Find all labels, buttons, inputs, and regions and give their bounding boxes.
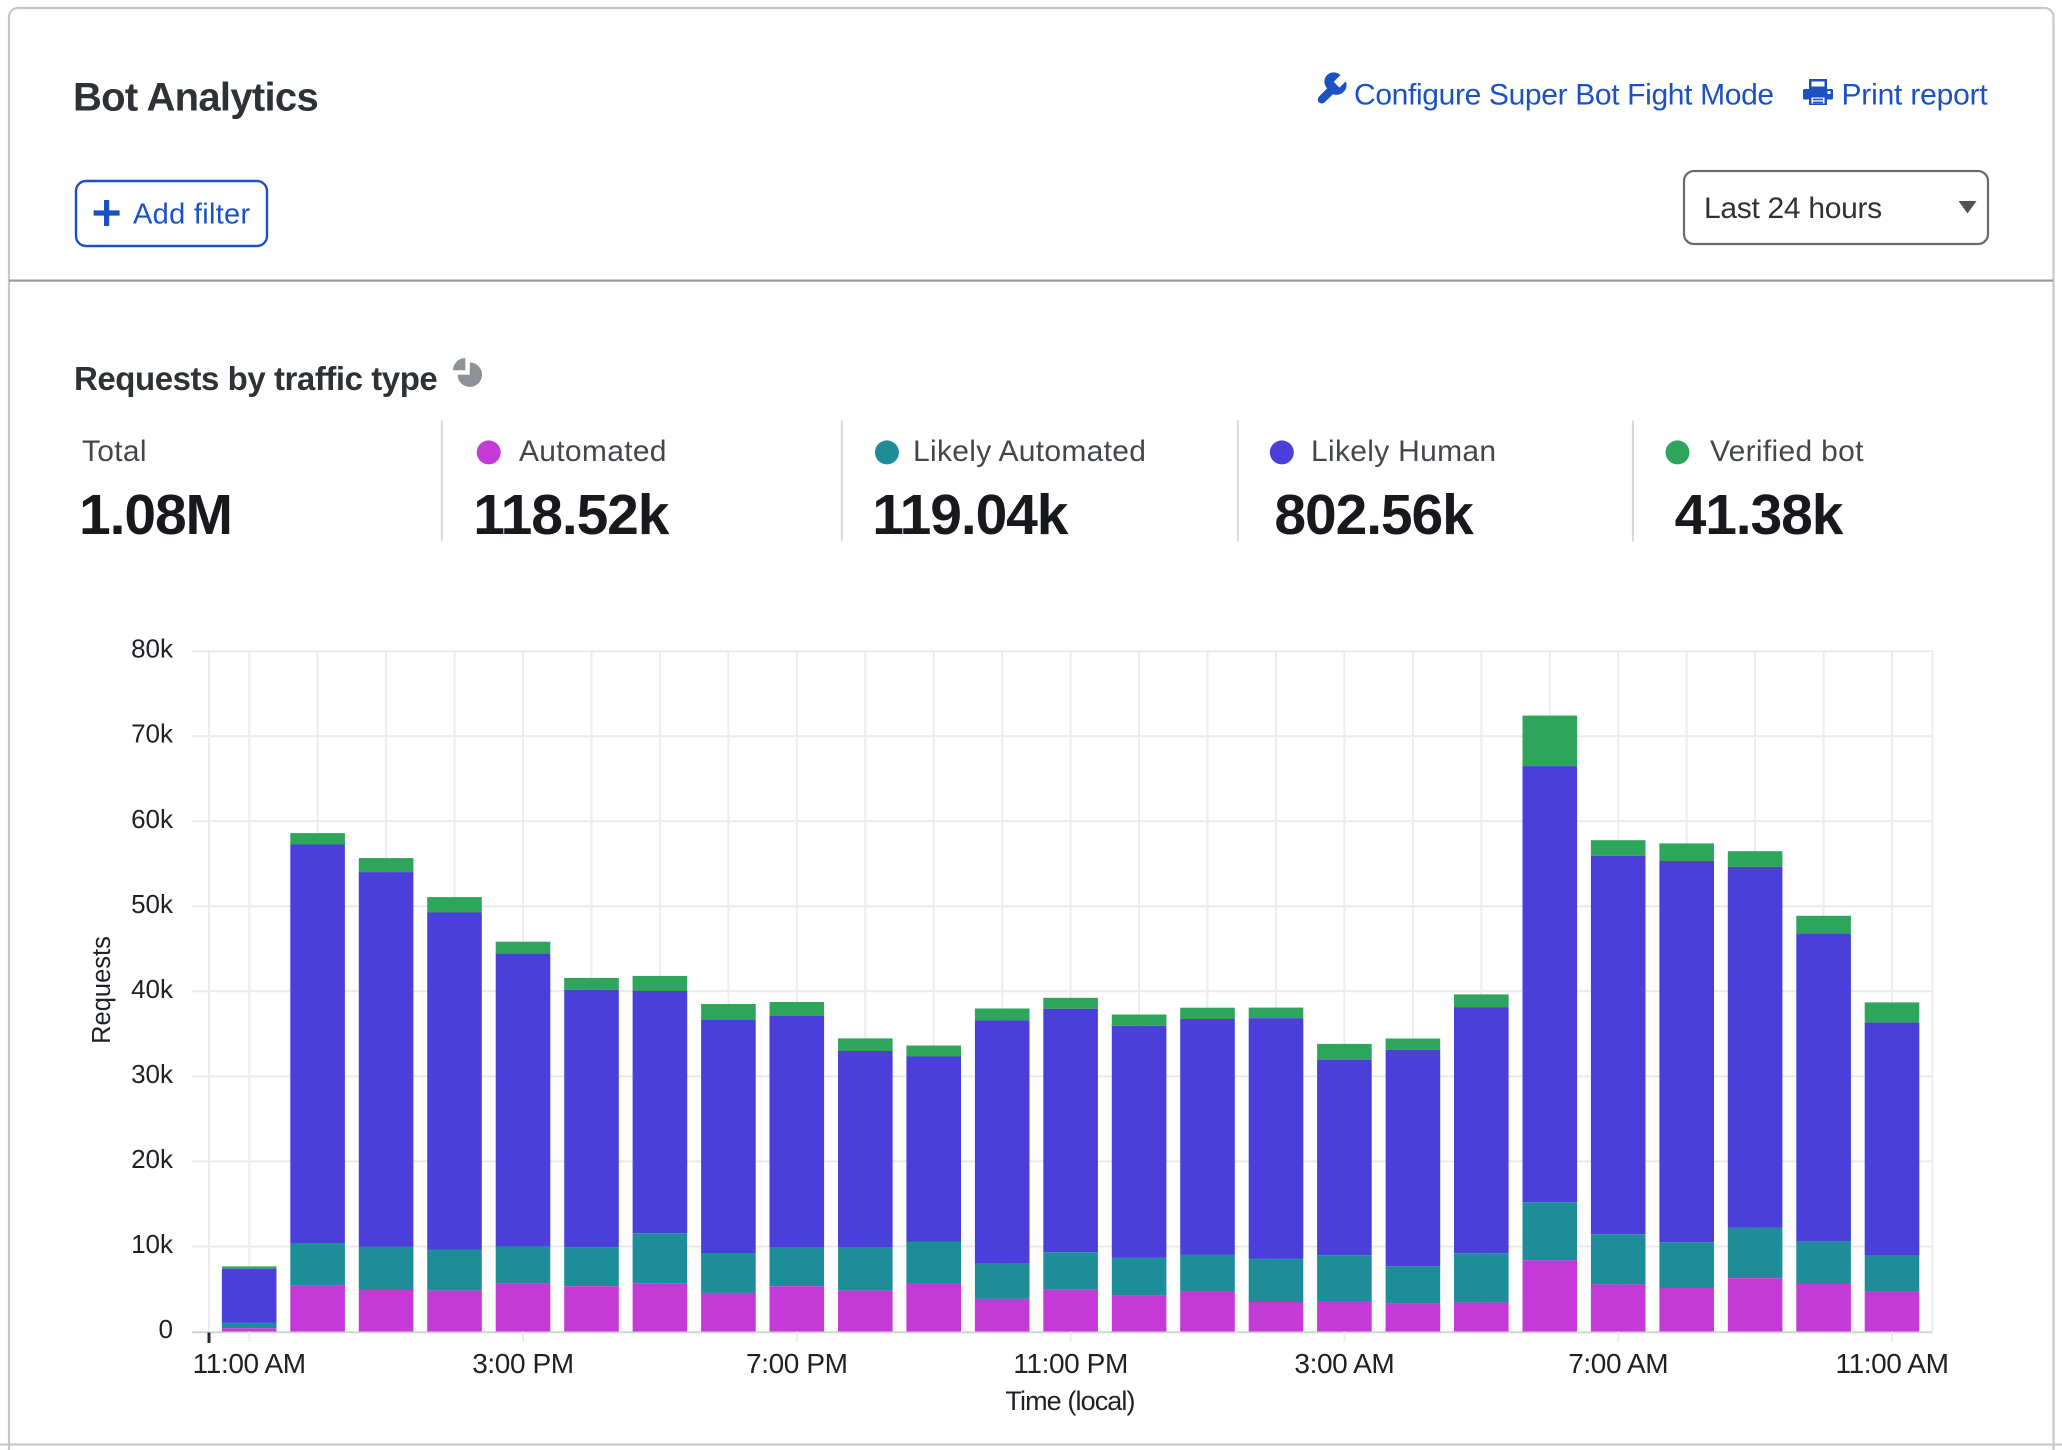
svg-text:0: 0 xyxy=(159,1314,173,1344)
svg-text:40k: 40k xyxy=(131,974,174,1004)
svg-text:11:00 PM: 11:00 PM xyxy=(1013,1348,1128,1379)
svg-text:11:00 AM: 11:00 AM xyxy=(1835,1348,1948,1379)
svg-text:41.38k: 41.38k xyxy=(1675,483,1844,547)
svg-text:118.52k: 118.52k xyxy=(473,483,670,547)
svg-text:Likely Human: Likely Human xyxy=(1311,435,1496,468)
svg-text:Requests: Requests xyxy=(88,936,116,1044)
svg-text:Print report: Print report xyxy=(1842,79,1989,112)
svg-text:Configure Super Bot Fight Mode: Configure Super Bot Fight Mode xyxy=(1354,79,1774,112)
svg-text:1.08M: 1.08M xyxy=(79,483,232,547)
svg-text:Last 24 hours: Last 24 hours xyxy=(1704,192,1882,225)
svg-text:11:00 AM: 11:00 AM xyxy=(193,1348,306,1379)
svg-text:3:00 AM: 3:00 AM xyxy=(1294,1348,1394,1379)
svg-text:Automated: Automated xyxy=(519,435,667,468)
svg-text:3:00 PM: 3:00 PM xyxy=(472,1348,573,1379)
svg-text:30k: 30k xyxy=(131,1059,174,1089)
svg-text:Requests by traffic type: Requests by traffic type xyxy=(74,360,437,397)
svg-text:7:00 PM: 7:00 PM xyxy=(746,1348,847,1379)
svg-text:Bot Analytics: Bot Analytics xyxy=(73,76,318,120)
svg-text:Total: Total xyxy=(82,435,147,468)
svg-text:Verified bot: Verified bot xyxy=(1710,435,1864,468)
svg-text:10k: 10k xyxy=(131,1229,174,1259)
svg-text:80k: 80k xyxy=(131,634,174,664)
svg-text:119.04k: 119.04k xyxy=(872,483,1069,547)
svg-text:802.56k: 802.56k xyxy=(1274,483,1474,547)
svg-text:20k: 20k xyxy=(131,1144,174,1174)
svg-text:7:00 AM: 7:00 AM xyxy=(1568,1348,1668,1379)
svg-text:Time (local): Time (local) xyxy=(1005,1386,1134,1416)
svg-text:70k: 70k xyxy=(131,719,174,749)
svg-text:60k: 60k xyxy=(131,804,174,834)
svg-text:Add filter: Add filter xyxy=(133,199,250,231)
svg-text:Likely Automated: Likely Automated xyxy=(913,435,1146,468)
svg-text:50k: 50k xyxy=(131,889,174,919)
